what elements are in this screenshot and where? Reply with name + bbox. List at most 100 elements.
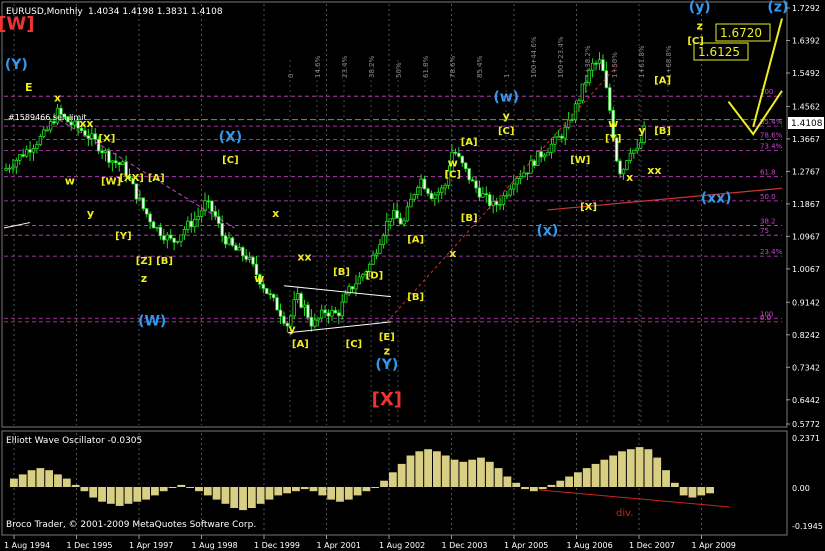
osc-bar <box>80 487 89 492</box>
target-1: 1.6720 <box>720 26 762 40</box>
osc-bar <box>230 487 239 508</box>
candle-body <box>505 194 509 197</box>
osc-bar <box>468 459 477 487</box>
candle-body <box>501 195 506 205</box>
candle-body <box>361 274 365 278</box>
wave-label: [C] <box>444 169 460 180</box>
candle-body <box>354 283 358 290</box>
candle-body <box>481 193 485 198</box>
copyright: Broco Trader, © 2001-2009 MetaQuotes Sof… <box>6 520 256 530</box>
candle-body <box>412 194 416 200</box>
candle-body <box>278 309 283 317</box>
fib-time-label: 1+61.8% <box>638 45 646 78</box>
candle-body <box>319 309 324 319</box>
candle-body <box>488 194 492 207</box>
candle-body <box>292 299 296 317</box>
osc-bar <box>556 480 565 487</box>
osc-bar <box>159 487 168 492</box>
osc-bar <box>362 487 371 492</box>
fib-level-label: 100 <box>760 310 773 318</box>
wave-label: [A] <box>292 339 309 350</box>
osc-bar <box>635 447 644 487</box>
wave-label: (X) <box>219 129 243 145</box>
osc-bar <box>459 461 468 487</box>
osc-bar <box>54 474 62 487</box>
osc-bar <box>380 480 388 487</box>
osc-bar <box>433 451 441 487</box>
candle-body <box>628 152 633 161</box>
candle-body <box>330 310 334 317</box>
wave-label: E <box>25 81 33 94</box>
candle-body <box>299 293 303 308</box>
osc-bar <box>336 487 344 502</box>
candle-body <box>608 87 612 111</box>
osc-bar <box>256 487 265 504</box>
candle-body <box>638 142 643 149</box>
candle-body <box>220 223 224 237</box>
candle-body <box>426 188 430 194</box>
chart-title: EURUSD,Monthly <box>6 7 83 17</box>
wave-label: [X] <box>372 389 402 410</box>
wave-label: [A] <box>148 173 165 184</box>
candle-body <box>234 244 238 251</box>
candle-body <box>100 150 104 154</box>
osc-bar <box>10 478 18 487</box>
time-tick-label: 1 Apr 2005 <box>504 541 548 550</box>
price-tick-label: 0.7342 <box>792 363 820 372</box>
wave-label: [A] <box>461 137 478 148</box>
candle-body <box>223 235 228 245</box>
candle-body <box>618 160 622 175</box>
candle-body <box>635 147 639 151</box>
osc-bar <box>662 470 670 487</box>
wave-label: w <box>448 157 458 170</box>
candle-body <box>443 184 447 189</box>
target-2: 1.6125 <box>698 45 740 59</box>
time-tick-label: 1 Dec 2003 <box>442 541 488 550</box>
fib-time-label: 14.6% <box>314 55 322 78</box>
osc-bar <box>697 487 706 496</box>
osc-bar <box>71 484 80 487</box>
candle-body <box>69 121 73 126</box>
candle-body <box>594 62 598 65</box>
candle-body <box>268 293 272 296</box>
osc-bar <box>388 472 397 487</box>
candle-body <box>35 144 39 149</box>
candle-body <box>570 119 574 121</box>
price-tick-label: 1.0967 <box>792 232 820 241</box>
candle-body <box>464 162 468 170</box>
price-tick-label: 0.9142 <box>792 298 820 307</box>
osc-bar <box>27 470 36 487</box>
wave-label: (W) <box>138 313 166 329</box>
candle-body <box>546 151 550 156</box>
wave-label: (Y) <box>5 57 28 73</box>
candle-body <box>313 319 317 327</box>
candle-body <box>577 100 581 105</box>
candle-body <box>378 244 382 254</box>
candle-body <box>179 234 183 242</box>
candle-body <box>391 210 396 220</box>
candle-body <box>539 151 543 158</box>
fib-level-label: 38.2 <box>760 217 776 225</box>
candle-body <box>120 161 125 165</box>
candle-body <box>494 200 499 206</box>
chart-svg: 0 14.6% 23.4% 38.2% 50% 61.8% 78.6% 85.4% 1 100+4… <box>0 0 825 551</box>
osc-bar <box>265 487 274 500</box>
wave-label: [D] <box>366 271 383 282</box>
osc-bar <box>600 459 609 487</box>
wave-label: x <box>54 92 61 105</box>
osc-bar <box>512 482 521 487</box>
osc-bar <box>609 455 618 487</box>
candle-body <box>7 167 12 170</box>
candle-body <box>477 187 482 198</box>
price-tick-label: 0.8242 <box>792 331 820 340</box>
candle-body <box>275 297 279 311</box>
candle-body <box>470 179 475 182</box>
candle-body <box>395 210 399 219</box>
candle-body <box>18 154 22 161</box>
candle-body <box>151 221 156 229</box>
osc-bar <box>221 487 230 504</box>
candle-body <box>467 168 471 181</box>
candle-body <box>422 178 427 190</box>
osc-bar <box>212 487 221 500</box>
wave-label: z <box>141 272 147 285</box>
